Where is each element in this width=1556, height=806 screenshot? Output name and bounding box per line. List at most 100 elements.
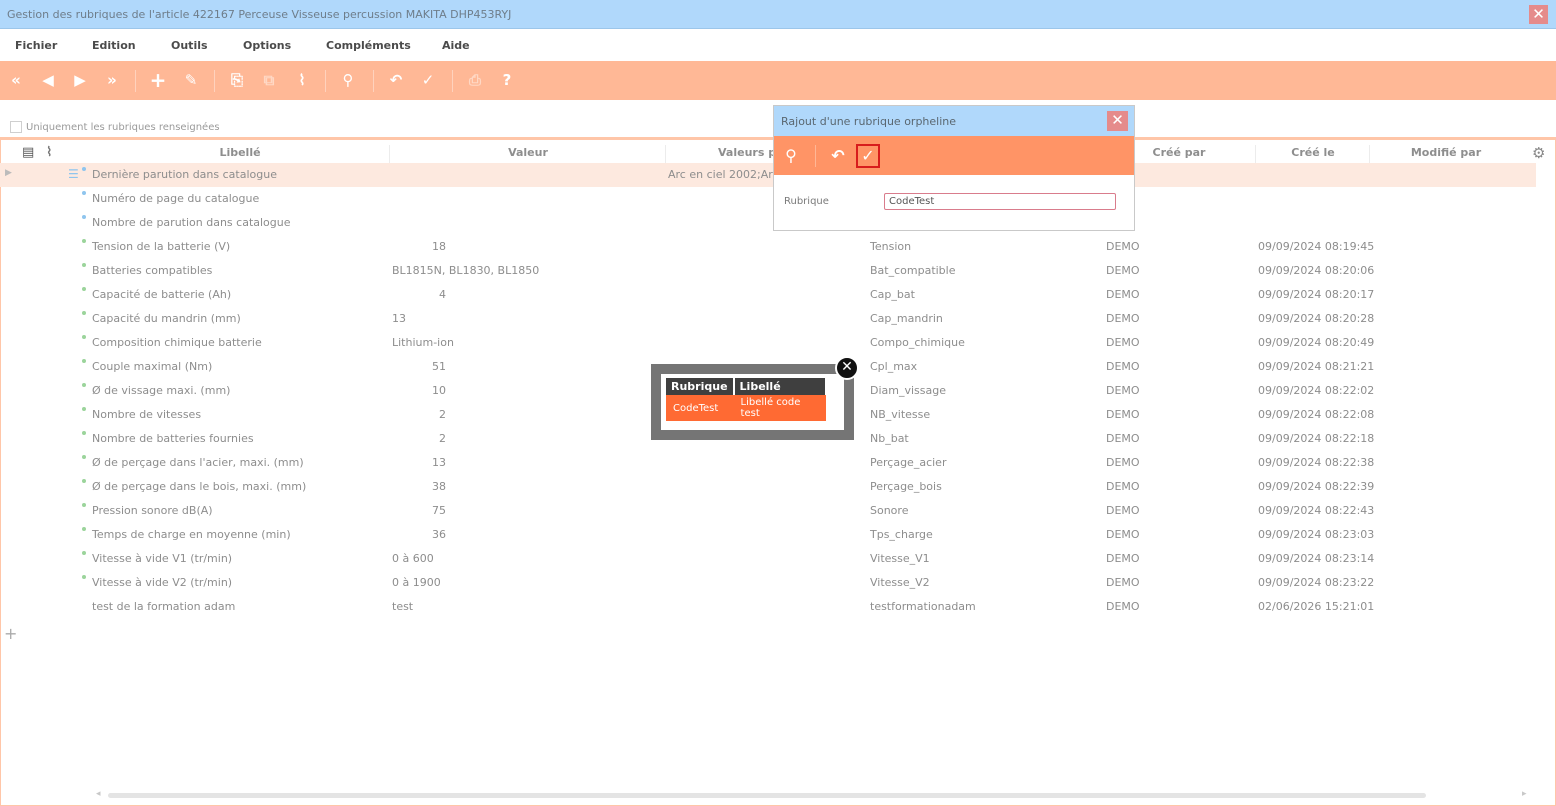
cell-valeur[interactable]: BL1815N, BL1830, BL1850 [392,264,539,277]
dialog-close-button[interactable]: ✕ [1107,111,1128,131]
cell-code: NB_vitesse [870,408,931,421]
table-row[interactable]: Capacité de batterie (Ah) 4 Cap_bat DEMO 09/… [0,283,1536,307]
status-dot [82,575,86,579]
status-dot [82,359,86,363]
cell-valeur[interactable]: 51 [392,360,446,373]
cell-libelle: Ø de perçage dans l'acier, maxi. (mm) [92,456,304,469]
validate-icon[interactable]: ✓ [417,69,439,91]
horizontal-scrollbar[interactable]: ◂ ▸ [96,789,1528,799]
cell-cree-par: DEMO [1106,528,1140,541]
cell-code: testformationadam [870,600,976,613]
dialog-undo-icon[interactable]: ↶ [826,144,850,168]
cell-libelle: Vitesse à vide V1 (tr/min) [92,552,233,565]
add-icon[interactable]: + [147,69,169,91]
dialog-title: Rajout d'une rubrique orpheline [781,115,957,128]
cell-valeur[interactable]: 75 [392,504,446,517]
cell-valeur[interactable]: 2 [392,408,446,421]
dialog-validate-button[interactable]: ✓ [856,144,880,168]
popup-close-icon[interactable]: ✕ [835,356,859,380]
status-dot [82,191,86,195]
table-row[interactable]: Tension de la batterie (V) 18 Tension DEMO 0… [0,235,1536,259]
scrollbar-thumb[interactable] [108,793,1426,798]
cell-valeur[interactable]: 36 [392,528,446,541]
cell-valeur[interactable]: 0 à 1900 [392,576,441,589]
undo-icon[interactable]: ↶ [385,69,407,91]
table-row[interactable]: Vitesse à vide V2 (tr/min) 0 à 1900 Vitess… [0,571,1536,595]
cell-cree-le: 09/09/2024 08:22:02 [1258,384,1375,397]
help-icon[interactable]: ? [496,69,518,91]
rubrique-field-label: Rubrique [784,196,829,207]
menu-aide[interactable]: Aide [442,39,470,52]
cell-cree-le: 02/06/2026 15:21:01 [1258,600,1375,613]
cell-valeur[interactable]: 10 [392,384,446,397]
table-row[interactable]: Pression sonore dB(A) 75 Sonore DEMO 09/09/2… [0,499,1536,523]
table-row[interactable]: Composition chimique batterie Lithium-ion… [0,331,1536,355]
window-close-button[interactable]: ✕ [1529,5,1548,24]
cell-libelle: Capacité de batterie (Ah) [92,288,232,301]
attachment-column-icon[interactable]: ⌇ [46,145,52,160]
cell-cree-par: DEMO [1106,456,1140,469]
attach-icon[interactable]: ⌇ [291,69,313,91]
cell-valeur[interactable]: Lithium-ion [392,336,454,349]
previous-record-icon[interactable]: ◀ [37,69,59,91]
table-row[interactable]: Capacité du mandrin (mm) 13 Cap_mandrin DEM… [0,307,1536,331]
search-icon[interactable]: ⚲ [779,144,803,168]
edit-icon[interactable]: ✎ [180,69,202,91]
table-row[interactable]: Numéro de page du catalogue [0,187,1536,211]
cell-valeur[interactable]: 13 [392,312,406,325]
notes-column-icon[interactable]: ▤ [22,145,34,160]
paste-icon[interactable]: ⎘ [226,69,248,91]
col-cree-le[interactable]: Créé le [1256,146,1370,159]
cell-valeur[interactable]: 2 [392,432,446,445]
filter-only-filled[interactable]: Uniquement les rubriques renseignées [10,120,220,133]
add-row-icon[interactable]: + [4,624,17,643]
table-row[interactable]: Ø de perçage dans l'acier, maxi. (mm) 13 P… [0,451,1536,475]
cell-libelle: Ø de perçage dans le bois, maxi. (mm) [92,480,307,493]
cell-valeur[interactable]: 38 [392,480,446,493]
cell-cree-par: DEMO [1106,552,1140,565]
cell-libelle: Ø de vissage maxi. (mm) [92,384,231,397]
table-row[interactable]: Batteries compatibles BL1815N, BL1830, BL… [0,259,1536,283]
cell-valeur[interactable]: test [392,600,413,613]
menu-bar: Fichier Edition Outils Options Complémen… [0,29,1556,61]
menu-options[interactable]: Options [243,39,291,52]
grid-settings-icon[interactable]: ⚙ [1532,144,1545,162]
rubrique-input[interactable] [884,193,1116,210]
col-modifie-par[interactable]: Modifié par [1370,146,1522,159]
next-record-icon[interactable]: ▶ [69,69,91,91]
menu-edition[interactable]: Edition [92,39,136,52]
cell-valeur[interactable]: 0 à 600 [392,552,434,565]
scroll-left-icon[interactable]: ◂ [96,789,101,799]
last-record-icon[interactable]: » [101,69,123,91]
status-dot [82,479,86,483]
cell-code: Compo_chimique [870,336,965,349]
table-row[interactable]: ▶ ☰ Dernière parution dans catalogue Arc en… [0,163,1536,187]
cell-valeur[interactable]: 4 [392,288,446,301]
cell-libelle: Couple maximal (Nm) [92,360,213,373]
zoom-add-icon[interactable]: ⚲ [337,69,359,91]
table-row[interactable]: Temps de charge en moyenne (min) 36 Tps_ch… [0,523,1536,547]
cell-code: Cap_mandrin [870,312,943,325]
menu-outils[interactable]: Outils [171,39,208,52]
autocomplete-cell-code[interactable]: CodeTest [666,395,734,421]
cell-valeur[interactable]: 18 [392,240,446,253]
first-record-icon[interactable]: « [5,69,27,91]
col-libelle[interactable]: Libellé [90,146,390,159]
table-row[interactable]: Ø de perçage dans le bois, maxi. (mm) 38 P… [0,475,1536,499]
cell-code: Vitesse_V1 [870,552,930,565]
print-icon: ⎙ [468,71,481,89]
table-row[interactable]: test de la formation adam test testformati… [0,595,1536,619]
cell-cree-par: DEMO [1106,504,1140,517]
table-row[interactable]: Vitesse à vide V1 (tr/min) 0 à 600 Vitesse… [0,547,1536,571]
autocomplete-cell-libelle[interactable]: Libellé code test [733,395,826,421]
cell-valeur[interactable]: 13 [392,456,446,469]
table-row[interactable]: Nombre de parution dans catalogue [0,211,1536,235]
toolbar-separator [452,70,453,92]
cell-libelle: Nombre de vitesses [92,408,202,421]
filter-checkbox[interactable] [10,121,22,133]
menu-fichier[interactable]: Fichier [15,39,57,52]
autocomplete-row[interactable]: CodeTest Libellé code test [666,395,826,421]
col-valeur[interactable]: Valeur [390,146,666,159]
scroll-right-icon[interactable]: ▸ [1522,789,1527,799]
menu-complements[interactable]: Compléments [326,39,411,52]
